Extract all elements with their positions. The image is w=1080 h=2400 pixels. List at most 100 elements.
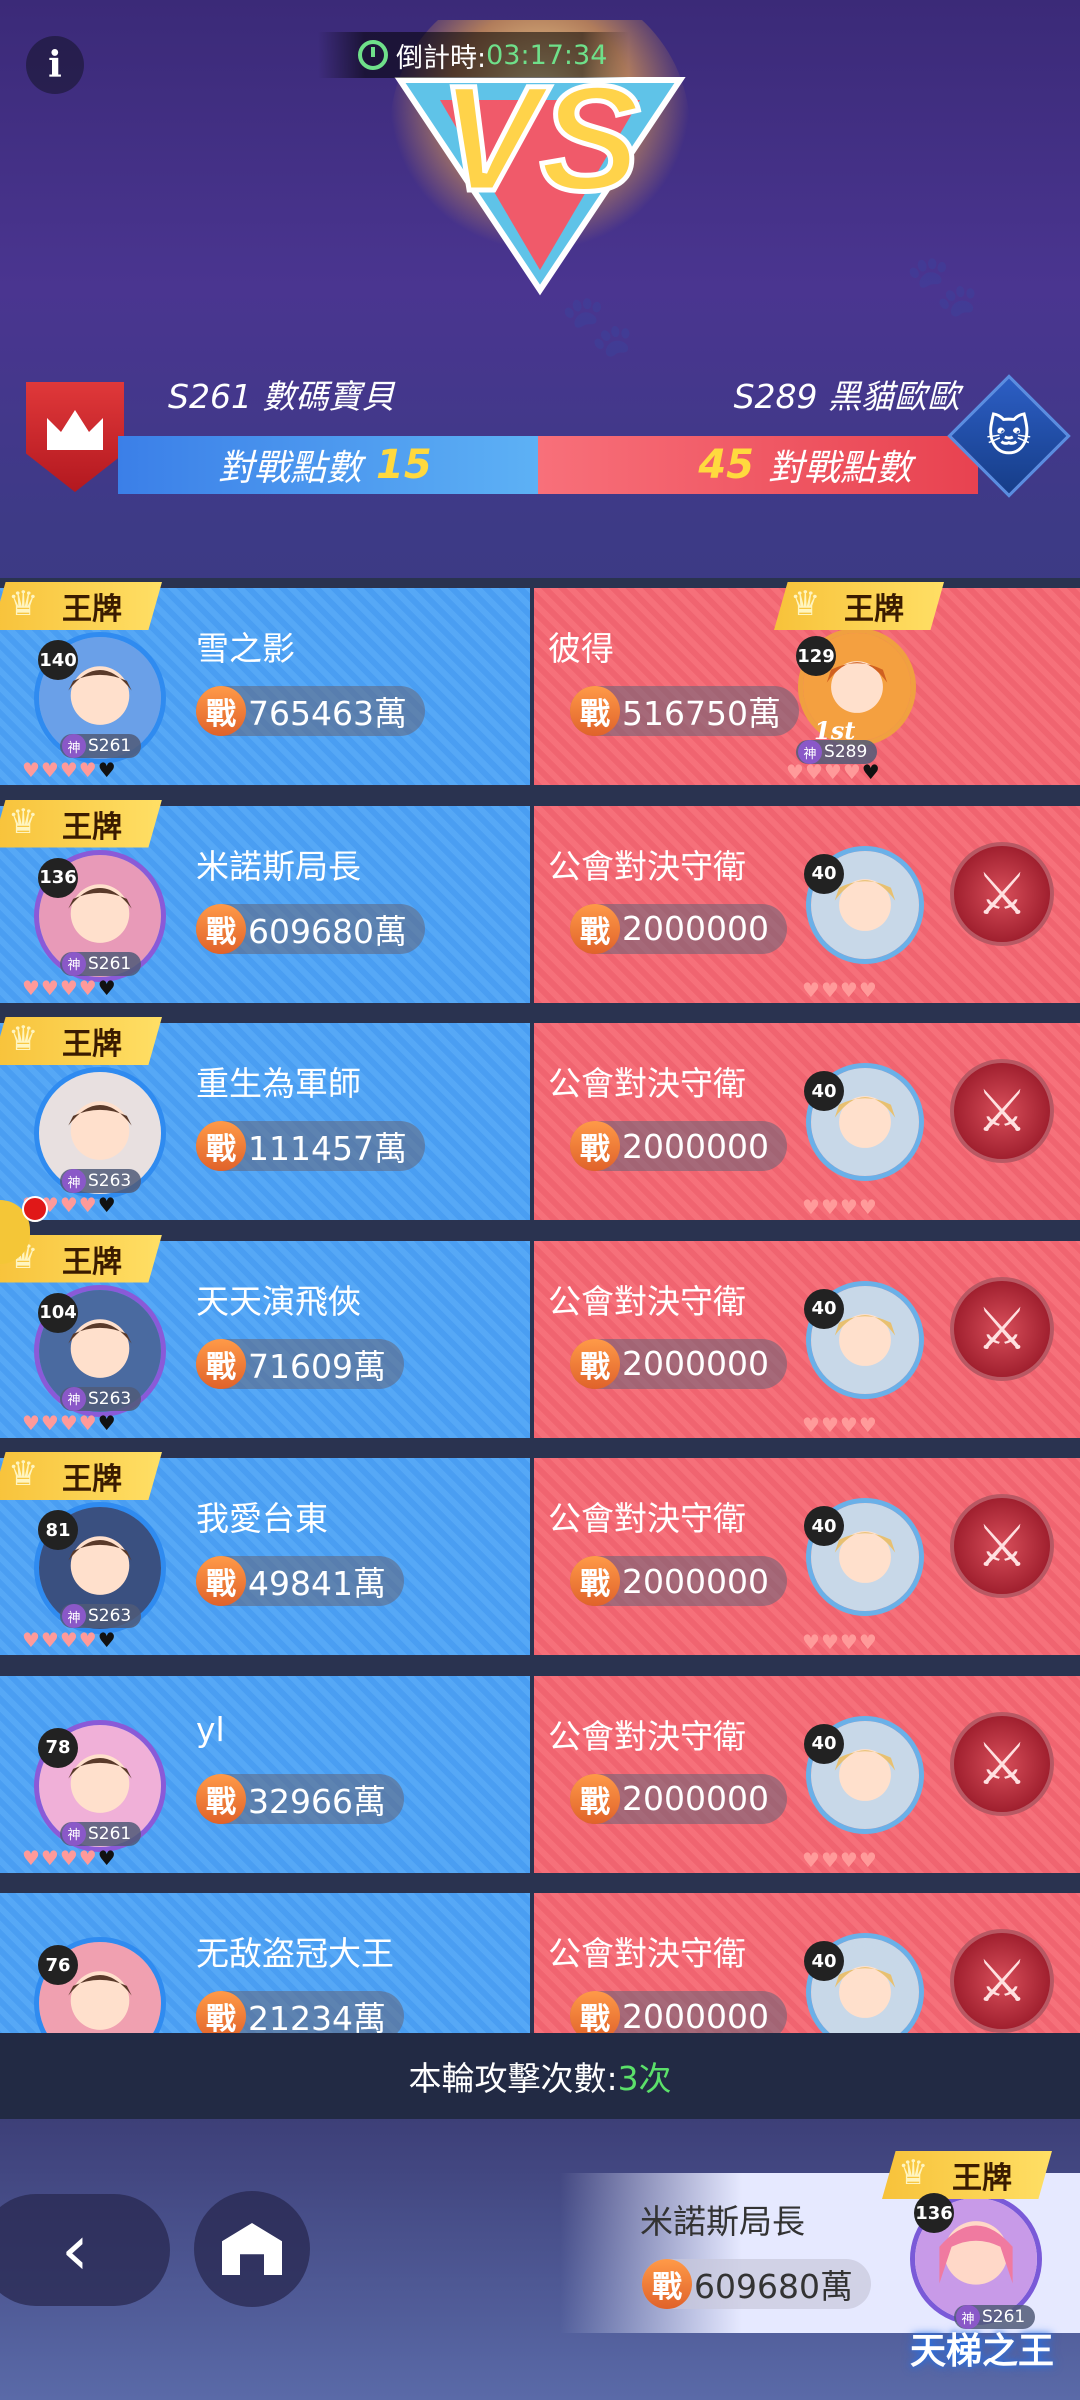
paw-print-icon: 🐾 [560, 291, 635, 361]
enemy-power-value: 2000000 [622, 909, 770, 948]
lives-hearts: ♥♥♥♥♥ [786, 760, 881, 784]
battle-power-icon: 戰 [196, 1338, 246, 1389]
ace-tag: 王牌 [882, 2151, 1052, 2199]
self-server: S261 [954, 2305, 1036, 2329]
battle-row: 王牌 81 S263 ♥♥♥♥♥ 我愛台東 戰 49841萬 公會對決守衛 戰 … [0, 1448, 1080, 1666]
player-power: 戰 765463萬 [196, 686, 425, 736]
player-name: 米諾斯局長 [196, 846, 361, 886]
enemy-level: 40 [804, 1941, 845, 1981]
player-server: S263 [60, 1386, 142, 1411]
attack-button[interactable]: ⚔ [950, 841, 1054, 946]
attack-count-bar: 本輪攻擊次數: 3次 [0, 2033, 1080, 2119]
ace-label: 王牌 [62, 809, 122, 845]
enemy-power: 戰 2000000 [570, 1121, 788, 1171]
attack-button[interactable]: ⚔ [950, 1276, 1054, 1381]
rank-badge: 1st [814, 716, 856, 745]
enemy-power-value: 2000000 [622, 1126, 770, 1166]
ally-player-cell[interactable]: 76 S261 ♥♥♥♥♥ 无敌盗冠大王 戰 21234萬 [0, 1893, 531, 2033]
enemy-player-cell[interactable]: 公會對決守衛 戰 2000000 40 ⚔ ♥♥♥♥ [534, 1023, 1080, 1220]
home-button[interactable] [194, 2191, 310, 2307]
battle-row: 76 S261 ♥♥♥♥♥ 无敌盗冠大王 戰 21234萬 公會對決守衛 戰 2… [0, 1883, 1080, 2033]
player-name: 重生為軍師 [196, 1064, 361, 1103]
bottom-bar: ‹ 米諾斯局長 戰 609680萬 王牌 136 S261 天梯之王 [0, 2119, 1080, 2400]
player-power-value: 32966萬 [248, 1781, 386, 1821]
ally-player-cell[interactable]: 王牌 S263 ♥♥♥♥♥ 重生為軍師 戰 111457萬 [0, 1017, 531, 1220]
ally-player-cell[interactable]: 王牌 104 S263 ♥♥♥♥♥ 天天演飛俠 戰 71609萬 [0, 1234, 531, 1438]
lives-hearts: ♥♥♥♥♥ [22, 1845, 117, 1870]
player-level: 76 [38, 1945, 78, 1985]
lives-hearts: ♥♥♥♥ [802, 1195, 878, 1219]
enemy-power-value: 516750萬 [622, 694, 782, 733]
crossed-swords-icon: ⚔ [976, 1947, 1028, 2015]
battle-power-icon: 戰 [570, 1773, 621, 1824]
self-player-name: 米諾斯局長 [640, 2202, 805, 2241]
info-button[interactable]: i [26, 36, 84, 94]
guild-shield-icon [26, 382, 124, 492]
player-power-value: 609680萬 [248, 911, 407, 951]
enemy-name: 公會對決守衛 [548, 846, 747, 886]
player-power-value: 71609萬 [248, 1346, 386, 1386]
player-power: 戰 49841萬 [196, 1556, 404, 1606]
ally-player-cell[interactable]: 78 S261 ♥♥♥♥♥ yl 戰 32966萬 [0, 1675, 531, 1873]
home-icon [222, 2223, 282, 2275]
player-power-value: 111457萬 [248, 1129, 407, 1168]
enemy-player-cell[interactable]: 公會對決守衛 戰 2000000 40 ⚔ ♥♥♥♥ [534, 1675, 1080, 1873]
self-power: 戰 609680萬 [642, 2259, 871, 2309]
enemy-name: 公會對決守衛 [548, 1934, 747, 1973]
player-power: 戰 71609萬 [196, 1338, 404, 1389]
enemy-player-cell[interactable]: 公會對決守衛 戰 2000000 40 ⚔ ♥♥♥♥ [534, 1893, 1080, 2033]
battle-row: 王牌 140 S261 ♥♥♥♥♥ 雪之影 戰 765463萬 王牌 彼得 戰 … [0, 578, 1080, 796]
countdown-timer: 倒計時: 03:17:34 [318, 32, 630, 78]
game-logo: 天梯之王 [909, 2331, 1054, 2372]
player-server: S261 [60, 1821, 142, 1846]
enemy-player-cell[interactable]: 公會對決守衛 戰 2000000 40 ⚔ ♥♥♥♥ [534, 1458, 1080, 1655]
battle-power-icon: 戰 [570, 686, 621, 736]
player-level: 104 [38, 1292, 78, 1333]
enemy-player-cell[interactable]: 公會對決守衛 戰 2000000 40 ⚔ ♥♥♥♥ [534, 1240, 1080, 1438]
self-player-card[interactable]: 米諾斯局長 戰 609680萬 王牌 136 S261 [560, 2151, 1080, 2333]
crossed-swords-icon: ⚔ [976, 1729, 1028, 1798]
ally-player-cell[interactable]: 王牌 136 S261 ♥♥♥♥♥ 米諾斯局長 戰 609680萬 [0, 799, 531, 1003]
enemy-name: 公會對決守衛 [548, 1064, 747, 1103]
battle-row: 王牌 136 S261 ♥♥♥♥♥ 米諾斯局長 戰 609680萬 公會對決守衛… [0, 796, 1080, 1014]
ally-player-cell[interactable]: 王牌 140 S261 ♥♥♥♥♥ 雪之影 戰 765463萬 [0, 582, 531, 785]
enemy-level: 40 [804, 853, 845, 894]
enemy-power: 戰 2000000 [570, 903, 788, 954]
player-level: 81 [38, 1510, 78, 1550]
enemy-player-cell[interactable]: 王牌 彼得 戰 516750萬 129 S289 1st ♥♥♥♥♥ [534, 582, 1080, 785]
battle-power-icon: 戰 [196, 1121, 246, 1171]
player-power-value: 21234萬 [248, 1999, 386, 2033]
battle-power-icon: 戰 [642, 2259, 692, 2309]
ally-player-cell[interactable]: 王牌 81 S263 ♥♥♥♥♥ 我愛台東 戰 49841萬 [0, 1452, 531, 1655]
attack-count-label: 本輪攻擊次數: [408, 2059, 618, 2098]
player-server: S263 [60, 1169, 142, 1193]
attack-button[interactable]: ⚔ [950, 1711, 1054, 1816]
battle-list[interactable]: 王牌 140 S261 ♥♥♥♥♥ 雪之影 戰 765463萬 王牌 彼得 戰 … [0, 578, 1080, 2033]
enemy-level: 40 [804, 1506, 845, 1546]
enemy-player-cell[interactable]: 公會對決守衛 戰 2000000 40 ⚔ ♥♥♥♥ [534, 805, 1080, 1003]
player-server: S261 [60, 951, 142, 976]
battle-power-icon: 戰 [570, 1556, 621, 1606]
lives-hearts: ♥♥♥♥♥ [22, 758, 117, 782]
enemy-name: 彼得 [548, 629, 615, 668]
attack-count-value: 3次 [617, 2059, 672, 2098]
ace-label: 王牌 [952, 2161, 1012, 2196]
ace-label: 王牌 [844, 592, 905, 627]
right-points: 45 對戰點數 [538, 436, 978, 494]
lives-hearts: ♥♥♥♥ [802, 1630, 878, 1654]
attack-button[interactable]: ⚔ [950, 1494, 1054, 1598]
crossed-swords-icon: ⚔ [976, 1294, 1028, 1363]
enemy-level: 40 [804, 1288, 845, 1329]
enemy-name: 公會對決守衛 [548, 1716, 747, 1756]
attack-button[interactable]: ⚔ [950, 1929, 1054, 2033]
player-level: 78 [38, 1727, 78, 1768]
player-server: S263 [60, 1604, 142, 1628]
player-level: 136 [38, 857, 78, 898]
battle-power-icon: 戰 [570, 1121, 621, 1171]
attack-button[interactable]: ⚔ [950, 1059, 1054, 1163]
crossed-swords-icon: ⚔ [976, 1077, 1028, 1145]
self-level: 136 [914, 2193, 954, 2233]
left-points-label: 對戰點數 [218, 448, 363, 489]
left-guild-name: S261 數碼寶貝 [168, 377, 395, 416]
back-button[interactable]: ‹ [0, 2194, 170, 2306]
